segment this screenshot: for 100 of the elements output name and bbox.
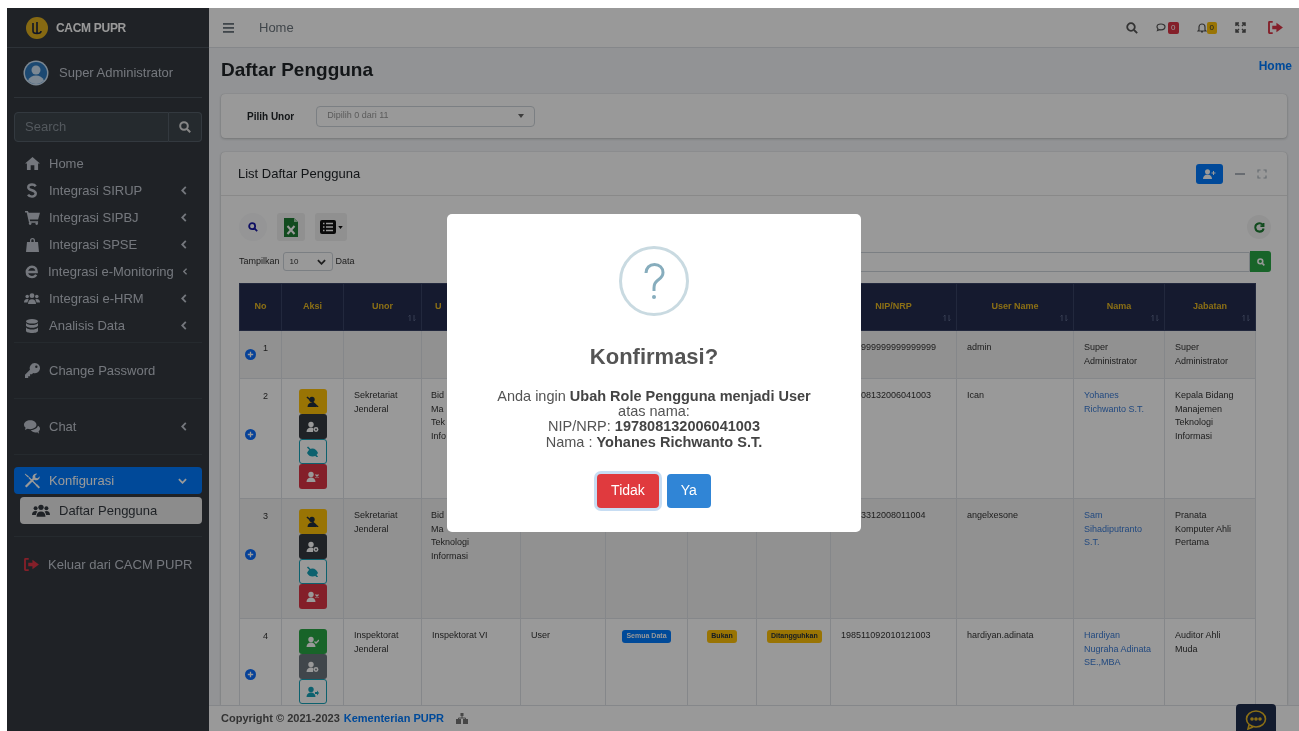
excel-file-icon [284, 217, 298, 237]
table-cell: Bid Ma Tek Info [431, 389, 446, 443]
table-cell: 08132006041003 [861, 390, 932, 400]
table-cell: 3312008011004 [861, 510, 926, 520]
eye-slash-icon [306, 446, 319, 457]
row-number: 3 [263, 510, 268, 523]
minimize-icon[interactable] [1235, 172, 1245, 175]
page-length-select[interactable]: 10 [282, 252, 333, 271]
column-header[interactable]: Aksi [303, 301, 322, 312]
eye-slash-icon [306, 566, 319, 577]
user-gear-icon [306, 541, 319, 552]
nav-link[interactable]: Home [259, 17, 294, 38]
sidebar-item[interactable]: Integrasi e-Monitoring [14, 258, 202, 285]
table-cell: 198511092010121003 [841, 630, 931, 640]
expand-row-icon[interactable] [245, 349, 256, 360]
action-button[interactable] [298, 414, 327, 439]
breadcrumb-link[interactable]: Home [1258, 57, 1292, 75]
fullscreen-icon[interactable] [1235, 22, 1246, 33]
row-number: 2 [263, 390, 268, 403]
users-icon [32, 504, 50, 517]
user-gear-icon [306, 421, 319, 432]
sign-out-icon[interactable] [1268, 21, 1283, 34]
table-cell: Inspektorat VI [432, 630, 488, 640]
menu-icon[interactable] [223, 22, 234, 33]
question-icon [619, 246, 689, 316]
refresh-icon [1253, 221, 1265, 233]
sidebar-item[interactable]: Keluar dari CACM PUPR [14, 551, 202, 578]
user-check-icon [306, 636, 319, 647]
notification-count-badge: 0 [1206, 21, 1217, 34]
browser-e-icon [24, 264, 39, 279]
column-header[interactable]: User Name [991, 301, 1039, 312]
table-cell: Bid Ma Teknologi Informasi [431, 509, 470, 563]
cart-icon [24, 210, 40, 225]
column-header[interactable]: Unor [372, 301, 393, 312]
bag-icon [25, 237, 39, 252]
bell-icon[interactable] [1196, 22, 1207, 33]
action-button[interactable] [298, 509, 327, 534]
sitemap-icon [456, 713, 469, 724]
table-cell: Kepala Bidang Manajemen Teknologi Informasi [1175, 390, 1234, 441]
user-name[interactable]: Super Administrator [59, 62, 174, 83]
action-button[interactable] [298, 584, 327, 609]
card-title: List Daftar Pengguna [238, 164, 361, 183]
logo-icon [26, 16, 48, 39]
search-icon[interactable] [1126, 21, 1139, 34]
sidebar-item[interactable]: Home [14, 150, 202, 177]
table-cell: hardiyan.adinata [967, 630, 1034, 640]
export-excel-button[interactable] [277, 213, 305, 241]
table-cell: Auditor Ahli Muda [1175, 630, 1221, 654]
brand-title: CACM PUPR [56, 19, 126, 37]
column-header[interactable]: NIP/NRP [875, 301, 912, 312]
action-button[interactable] [298, 389, 327, 414]
column-header[interactable]: No [254, 301, 267, 312]
comments-icon[interactable] [1156, 22, 1169, 33]
sidebar-item[interactable]: Konfigurasi [14, 467, 202, 494]
expand-row-icon[interactable] [245, 669, 256, 680]
sidebar-item[interactable]: Integrasi SPSE [14, 231, 202, 258]
search-button[interactable] [239, 213, 267, 241]
key-icon [24, 363, 40, 378]
expand-row-icon[interactable] [245, 549, 256, 560]
sidebar-item[interactable]: Chat [14, 413, 202, 440]
search-button[interactable] [169, 112, 202, 142]
footer-link[interactable]: Kementerian PUPR [343, 710, 445, 727]
user-slash-icon [306, 516, 319, 527]
chevron-down-icon [316, 258, 326, 265]
chat-bubble-icon [1245, 710, 1267, 730]
column-header[interactable]: U [435, 301, 442, 312]
dialog-title: Konfirmasi? [589, 343, 719, 371]
column-header[interactable]: Nama [1106, 301, 1132, 312]
action-button[interactable] [298, 534, 327, 559]
user-gear-icon [306, 661, 319, 672]
dialog-button[interactable]: Ya [666, 473, 711, 508]
sidebar-item[interactable]: Analisis Data [14, 312, 202, 339]
sidebar-subitem[interactable]: Daftar Pengguna [20, 497, 202, 524]
home-icon [24, 157, 40, 170]
table-cell: Sekretariat Jenderal [354, 390, 398, 414]
dollar-s-icon [26, 183, 38, 198]
expand-row-icon[interactable] [245, 429, 256, 440]
action-button[interactable] [298, 654, 327, 679]
column-header[interactable]: Jabatan [1193, 301, 1227, 312]
caret-icon [337, 225, 343, 229]
action-button[interactable] [298, 464, 327, 489]
table-cell: Ican [967, 390, 984, 400]
filter-label: Pilih Unor [247, 109, 295, 124]
add-user-button[interactable] [1196, 163, 1223, 184]
row-number: 1 [263, 342, 268, 355]
sidebar-item[interactable]: Integrasi e-HRM [14, 285, 202, 312]
copyright-text: Copyright © 2021-2023 [221, 711, 340, 727]
user-name-link[interactable]: Yohanes Richwanto S.T. [1084, 389, 1154, 416]
column-menu-button[interactable] [315, 213, 347, 241]
chat-bubble-button[interactable] [1236, 704, 1276, 731]
sidebar-item[interactable]: Integrasi SIRUP [14, 177, 202, 204]
sidebar-item[interactable]: Change Password [14, 357, 202, 384]
user-x-icon [306, 471, 319, 482]
list-icon [319, 220, 336, 234]
table-search-button[interactable] [1250, 251, 1271, 272]
sidebar-item[interactable]: Integrasi SIPBJ [14, 204, 202, 231]
table-cell: Super Administrator [1175, 342, 1228, 366]
refresh-button[interactable] [1247, 215, 1271, 239]
user-slash-icon [306, 396, 319, 407]
dialog-button[interactable]: Tidak [597, 473, 659, 508]
